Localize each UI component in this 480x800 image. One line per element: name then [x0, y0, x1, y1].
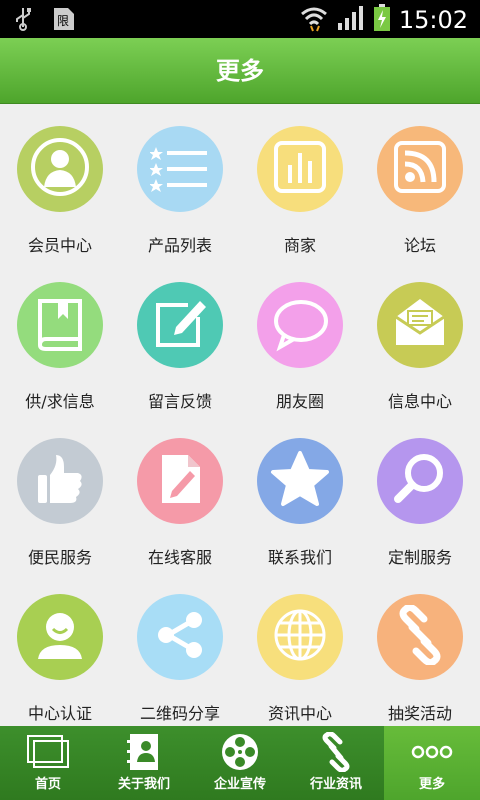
grid-item-feedback[interactable]: 留言反馈 — [120, 260, 240, 416]
grid-icon-circle — [137, 282, 223, 368]
page-title: 更多 — [216, 57, 264, 85]
grid-icon-circle — [17, 282, 103, 368]
status-bar: 限 15:02 — [0, 0, 480, 38]
grid-item-qrcode-share[interactable]: 二维码分享 — [120, 572, 240, 726]
grid-item-label: 信息中心 — [387, 392, 452, 411]
film-reel-icon — [218, 732, 262, 772]
nav-label: 首页 — [34, 777, 61, 792]
grid-item-label: 商家 — [283, 236, 316, 255]
grid-item-center-certification[interactable]: 中心认证 — [0, 572, 120, 726]
nav-label: 关于我们 — [117, 777, 170, 792]
bar-chart-icon — [270, 137, 330, 201]
grid-item-news-center[interactable]: 资讯中心 — [240, 572, 360, 726]
document-edit-icon — [150, 449, 210, 513]
grid-icon-circle — [377, 282, 463, 368]
grid-item-supply-demand[interactable]: 供/求信息 — [0, 260, 120, 416]
grid-item-label: 朋友圈 — [275, 392, 324, 411]
grid-item-label: 论坛 — [403, 236, 436, 255]
title-bar: 更多 — [0, 38, 480, 104]
nav-label: 企业宣传 — [213, 777, 266, 792]
clock-time: 15:02 — [398, 6, 468, 34]
grid-item-label: 留言反馈 — [147, 392, 212, 411]
grid-item-label: 中心认证 — [27, 704, 92, 723]
grid-icon-circle — [17, 126, 103, 212]
grid-item-label: 供/求信息 — [25, 392, 95, 411]
grid-icon-circle — [377, 594, 463, 680]
nav-item-promotion[interactable]: 企业宣传 — [192, 726, 288, 800]
nav-label: 更多 — [418, 777, 445, 792]
rss-icon — [390, 137, 450, 201]
member-icon — [30, 137, 90, 201]
grid-item-friends-circle[interactable]: 朋友圈 — [240, 260, 360, 416]
grid-item-label: 便民服务 — [27, 548, 92, 567]
svg-text:限: 限 — [57, 14, 69, 28]
grid-item-forum[interactable]: 论坛 — [360, 104, 480, 260]
grid-icon-circle — [17, 438, 103, 524]
grid-item-product-list[interactable]: 产品列表 — [120, 104, 240, 260]
grid-item-label: 二维码分享 — [139, 704, 220, 723]
nav-item-home[interactable]: 首页 — [0, 726, 96, 800]
grid-item-merchant[interactable]: 商家 — [240, 104, 360, 260]
home-icon — [26, 732, 70, 772]
grid-icon-circle — [257, 126, 343, 212]
share-icon — [150, 605, 210, 669]
grid-item-label: 资讯中心 — [267, 704, 332, 723]
list-icon — [149, 137, 210, 201]
wifi-icon — [299, 4, 329, 36]
mail-icon — [390, 293, 450, 357]
grid-item-label: 会员中心 — [27, 236, 92, 255]
link-icon — [390, 603, 450, 669]
grid-item-custom-service[interactable]: 定制服务 — [360, 416, 480, 572]
edit-icon — [150, 293, 210, 357]
nav-item-industry-news[interactable]: 行业资讯 — [288, 726, 384, 800]
grid-item-label: 产品列表 — [147, 236, 212, 255]
signal-icon — [337, 5, 365, 35]
grid-item-member-center[interactable]: 会员中心 — [0, 104, 120, 260]
link-icon — [314, 731, 358, 773]
grid-item-label: 在线客服 — [147, 548, 212, 567]
grid-icon-circle — [137, 594, 223, 680]
grid-item-label: 联系我们 — [267, 548, 332, 567]
grid-item-convenience-service[interactable]: 便民服务 — [0, 416, 120, 572]
nav-item-more[interactable]: 更多 — [384, 726, 480, 800]
grid-item-lottery[interactable]: 抽奖活动 — [360, 572, 480, 726]
grid-icon-circle — [377, 126, 463, 212]
magnifier-icon — [390, 449, 450, 513]
grid-item-label: 抽奖活动 — [387, 704, 452, 723]
sim-card-icon: 限 — [52, 6, 76, 36]
speech-bubble-icon — [270, 293, 330, 357]
grid-item-label: 定制服务 — [387, 548, 452, 567]
menu-grid: 会员中心 产品列表 商家 论坛 供/求信息 留言反馈 朋友圈 信息中心 便民服务… — [0, 104, 480, 726]
grid-icon-circle — [257, 438, 343, 524]
grid-item-contact-us[interactable]: 联系我们 — [240, 416, 360, 572]
grid-icon-circle — [257, 282, 343, 368]
thumbs-up-icon — [30, 449, 90, 513]
app-screen: 限 15:02 更多 会员中心 产品列表 商家 论坛 供/求信息 留言反馈 朋友… — [0, 0, 480, 800]
nav-item-about-us[interactable]: 关于我们 — [96, 726, 192, 800]
bottom-nav: 首页 关于我们 企业宣传 行业资讯 更多 — [0, 726, 480, 800]
more-icon — [410, 732, 454, 772]
grid-item-info-center[interactable]: 信息中心 — [360, 260, 480, 416]
grid-icon-circle — [17, 594, 103, 680]
nav-label: 行业资讯 — [309, 777, 362, 792]
book-icon — [30, 293, 90, 357]
grid-icon-circle — [377, 438, 463, 524]
grid-icon-circle — [257, 594, 343, 680]
grid-item-online-service[interactable]: 在线客服 — [120, 416, 240, 572]
usb-icon — [14, 7, 32, 35]
contacts-icon — [122, 732, 166, 772]
smiley-user-icon — [30, 605, 90, 669]
grid-icon-circle — [137, 126, 223, 212]
globe-icon — [270, 605, 330, 669]
star-icon — [270, 449, 330, 513]
battery-charging-icon — [373, 4, 391, 36]
grid-icon-circle — [137, 438, 223, 524]
